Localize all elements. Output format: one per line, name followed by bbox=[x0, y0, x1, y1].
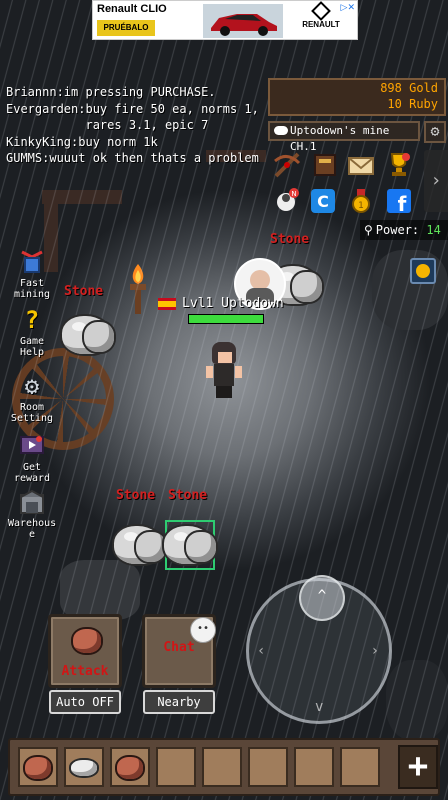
reward-video-icon bbox=[17, 432, 47, 460]
ore-icon bbox=[73, 629, 101, 653]
gold-amount: 898 Gold bbox=[380, 81, 438, 95]
game-help-button[interactable]: ? Game Help bbox=[8, 305, 56, 359]
svg-text:f: f bbox=[398, 192, 407, 215]
hotbar-slot[interactable] bbox=[18, 747, 58, 787]
hotbar-slot[interactable] bbox=[294, 747, 334, 787]
chat-line: rares 3.1, epic 7 bbox=[6, 118, 209, 132]
hotbar-slot[interactable] bbox=[202, 747, 242, 787]
joystick-left-icon: ‹ bbox=[257, 643, 266, 659]
ad-brand-prefix: Renault bbox=[97, 3, 138, 15]
renault-diamond-icon bbox=[311, 1, 331, 21]
attack-button[interactable]: Attack bbox=[48, 614, 122, 688]
search-icon: ⚲ bbox=[364, 223, 373, 237]
gear-icon: ⚙ bbox=[24, 371, 40, 400]
ad-brand: Renault CLIO bbox=[97, 3, 167, 15]
spain-flag-icon bbox=[158, 298, 176, 310]
chat-line: Briannn:im pressing PURCHASE. bbox=[6, 85, 216, 99]
svg-text:1: 1 bbox=[358, 201, 364, 211]
coin-shop-icon[interactable] bbox=[410, 258, 436, 284]
player-hp-bar bbox=[188, 314, 264, 324]
virtual-joystick[interactable]: ^ ‹ › v bbox=[246, 575, 392, 724]
white-stone-icon bbox=[71, 760, 97, 776]
chat-line: KinkyKing:buy norm 1k bbox=[6, 134, 158, 149]
ad-brand-model: CLIO bbox=[140, 3, 167, 15]
chat-line: Evergarden:buy fire 50 ea, norms 1, bbox=[6, 101, 259, 116]
settings-gear-icon[interactable]: ⚙ bbox=[424, 121, 446, 143]
currency-panel: 898 Gold 10 Ruby bbox=[268, 78, 446, 116]
red-ore-icon bbox=[117, 757, 143, 779]
stone-node[interactable] bbox=[62, 316, 114, 354]
hotbar-slot[interactable] bbox=[340, 747, 380, 787]
chat-log: Briannn:im pressing PURCHASE. Evergarden… bbox=[6, 84, 266, 167]
cave-floor bbox=[60, 560, 140, 620]
svg-text:C: C bbox=[317, 192, 329, 211]
red-ore-icon bbox=[25, 757, 51, 779]
ad-close-icon[interactable]: ▷✕ bbox=[341, 2, 355, 13]
cave-rock bbox=[386, 660, 448, 740]
warehouse-button[interactable]: Warehous e bbox=[8, 488, 56, 540]
crossbow-icon[interactable] bbox=[272, 150, 302, 180]
power-indicator: ⚲ Power: 14 bbox=[360, 220, 448, 240]
stone-label: Stone bbox=[116, 488, 156, 503]
ad-banner[interactable]: Renault CLIO PRUÉBALO RENAULT ▷✕ bbox=[92, 0, 358, 40]
c-badge-icon[interactable]: C bbox=[308, 186, 338, 216]
joystick-right-icon: › bbox=[370, 643, 379, 659]
trophy-icon[interactable] bbox=[384, 150, 414, 180]
cloud-icon bbox=[274, 126, 288, 135]
stone-node[interactable] bbox=[114, 526, 166, 564]
torch bbox=[130, 264, 146, 314]
power-label: Power: bbox=[375, 223, 420, 237]
get-reward-label: Get reward bbox=[13, 462, 51, 484]
player-nameplate: Lvl1 Uptodown bbox=[182, 296, 284, 311]
get-reward-button[interactable]: Get reward bbox=[8, 432, 56, 484]
warehouse-label: Warehous e bbox=[8, 518, 57, 540]
nearby-button[interactable]: Nearby bbox=[143, 690, 215, 714]
player-name: Lvl1 Uptodown bbox=[182, 296, 284, 311]
car-image bbox=[203, 4, 283, 38]
svg-text:N: N bbox=[291, 190, 296, 198]
ruby-amount: 10 Ruby bbox=[387, 97, 438, 111]
game-help-label: Game Help bbox=[19, 336, 45, 358]
book-icon[interactable] bbox=[310, 150, 340, 180]
warehouse-icon bbox=[17, 488, 47, 516]
chevron-right-icon[interactable]: › bbox=[424, 150, 448, 212]
notification-icon[interactable]: N bbox=[272, 186, 302, 216]
inventory-hotbar: + bbox=[8, 738, 440, 796]
hotbar-slot[interactable] bbox=[156, 747, 196, 787]
npc-face bbox=[250, 270, 270, 290]
chat-line: GUMMS:wuuut ok then thats a problem bbox=[6, 151, 259, 165]
hotbar-slot[interactable] bbox=[64, 747, 104, 787]
chat-emoji-icon: •• bbox=[190, 617, 216, 643]
pickaxe-cube-icon bbox=[17, 248, 47, 276]
room-setting-label: Room Setting bbox=[10, 402, 54, 424]
stone-label: Stone bbox=[64, 284, 104, 299]
hotbar-slot[interactable] bbox=[110, 747, 150, 787]
stone-node[interactable] bbox=[164, 526, 216, 564]
mail-icon[interactable] bbox=[346, 150, 376, 180]
mine-channel-bar[interactable]: Uptodown's mine CH.1 bbox=[268, 121, 420, 153]
joystick-knob[interactable]: ^ bbox=[299, 575, 345, 621]
facebook-icon[interactable]: f bbox=[384, 186, 414, 216]
joystick-down-icon: v bbox=[315, 699, 324, 715]
power-value: 14 bbox=[426, 223, 441, 237]
ad-cta-button[interactable]: PRUÉBALO bbox=[97, 20, 155, 36]
hotbar-slot[interactable] bbox=[248, 747, 288, 787]
ad-logo-text: RENAULT bbox=[302, 20, 340, 29]
medal-icon[interactable]: 1 bbox=[346, 186, 376, 216]
fast-mining-button[interactable]: Fast mining bbox=[8, 248, 56, 300]
player-character[interactable] bbox=[204, 342, 244, 402]
question-mark-icon: ? bbox=[24, 305, 40, 334]
auto-toggle-button[interactable]: Auto OFF bbox=[49, 690, 121, 714]
room-setting-button[interactable]: ⚙ Room Setting bbox=[8, 371, 56, 425]
add-slot-button[interactable]: + bbox=[398, 745, 438, 789]
attack-label: Attack bbox=[61, 664, 109, 679]
fast-mining-label: Fast mining bbox=[13, 278, 51, 300]
hp-fill bbox=[189, 315, 263, 323]
stone-label: Stone bbox=[168, 488, 208, 503]
stone-label: Stone bbox=[270, 232, 310, 247]
